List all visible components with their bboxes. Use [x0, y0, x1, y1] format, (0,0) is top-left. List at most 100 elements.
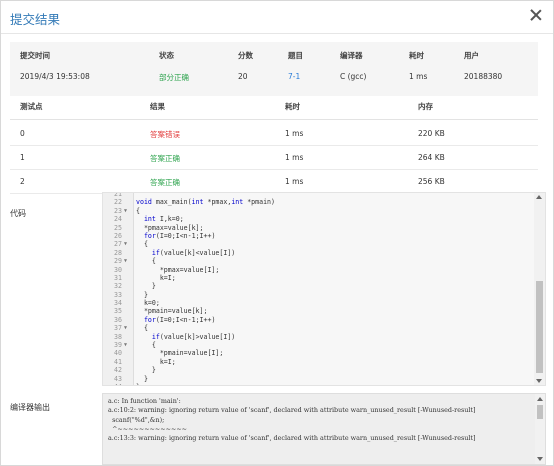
header-case-time: 耗时	[285, 102, 300, 111]
scroll-down-icon[interactable]	[536, 379, 542, 383]
code-line: 22 void max_main(int *pmax,int *pmain)	[103, 198, 531, 206]
dialog-header: 提交结果	[1, 1, 553, 34]
code-text: *pmax=value[k];	[136, 223, 204, 232]
fold-arrow-icon[interactable]: ▼	[124, 257, 132, 265]
code-line: 37 ▼ {	[103, 324, 531, 332]
line-number: 28	[114, 248, 122, 257]
code-line: 30 *pmax=value[I];	[103, 266, 531, 274]
code-text: }	[136, 282, 156, 291]
header-result: 结果	[150, 102, 165, 111]
code-text: }	[136, 374, 148, 383]
fold-arrow-icon[interactable]: ▼	[124, 324, 132, 332]
code-label: 代码	[10, 209, 26, 218]
code-lines: 21 22 void max_main(int *pmax,int *pmain) 2…	[103, 193, 531, 385]
line-number: 44	[103, 383, 122, 385]
line-number: 35	[114, 307, 122, 316]
table-row: 2 答案正确 1 ms 256 KB	[10, 167, 538, 194]
code-text: }	[136, 366, 156, 375]
line-number: 38	[114, 332, 122, 341]
line-number: 27	[114, 240, 122, 249]
line-number: 42	[114, 366, 122, 375]
code-text: k=I;	[136, 273, 176, 282]
compiler-output-box[interactable]: a.c: In function 'main': a.c:10:2: warni…	[102, 393, 546, 465]
case-memory: 264 KB	[418, 153, 445, 162]
close-icon[interactable]	[529, 8, 543, 22]
compiler-value: C (gcc)	[340, 72, 367, 81]
user-value: 20188380	[464, 72, 503, 81]
code-line: 36 for(I=0;I<n-1;I++)	[103, 316, 531, 324]
output-scrollbar[interactable]	[535, 394, 545, 464]
code-line: 27 ▼ {	[103, 240, 531, 248]
code-text: k=I;	[136, 357, 176, 366]
line-number: 43	[114, 374, 122, 383]
code-line: 28 if(value[k]<value[I])	[103, 249, 531, 257]
code-text: {	[136, 341, 156, 350]
line-number: 41	[114, 357, 122, 366]
line-number: 23	[114, 206, 122, 215]
header-status: 状态	[159, 51, 174, 60]
header-compiler: 编译器	[340, 51, 363, 60]
problem-link[interactable]: 7-1	[288, 72, 300, 81]
case-result: 答案正确	[150, 154, 180, 163]
compiler-output-text: a.c: In function 'main': a.c:10:2: warni…	[108, 397, 476, 443]
line-number: 22	[114, 198, 122, 207]
code-text: k=0;	[136, 299, 160, 308]
code-text: *pmain=value[I];	[136, 349, 224, 358]
code-line: 26 for(I=0;I<n-1;I++)	[103, 232, 531, 240]
header-test-case: 测试点	[20, 102, 43, 111]
code-line: 34 k=0;	[103, 299, 531, 307]
code-text: *pmax=value[I];	[136, 265, 220, 274]
code-line: 41 k=I;	[103, 358, 531, 366]
scroll-up-icon[interactable]	[537, 397, 543, 401]
line-number: 40	[114, 349, 122, 358]
case-time: 1 ms	[285, 153, 304, 162]
code-scrollbar[interactable]	[534, 193, 545, 385]
code-text: }	[136, 290, 148, 299]
code-text: }	[136, 383, 140, 385]
case-id: 2	[20, 177, 25, 186]
line-number: 34	[114, 299, 122, 308]
case-result: 答案正确	[150, 178, 180, 187]
case-id: 0	[20, 129, 25, 138]
code-text: {	[136, 240, 148, 249]
header-submit-time: 提交时间	[20, 51, 50, 60]
fold-arrow-icon[interactable]: ▼	[124, 240, 132, 248]
fold-arrow-icon[interactable]: ▼	[124, 207, 132, 215]
scroll-down-icon[interactable]	[537, 457, 543, 461]
line-number: 29	[114, 257, 122, 266]
header-user: 用户	[464, 51, 479, 60]
code-line: 31 k=I;	[103, 274, 531, 282]
submission-summary-table: 提交时间 状态 分数 题目 编译器 耗时 用户 2019/4/3 19:53:0…	[10, 42, 538, 96]
line-number: 33	[114, 290, 122, 299]
test-cases-header: 测试点 结果 耗时 内存	[10, 97, 538, 120]
code-text: for(I=0;I<n-1;I++)	[143, 315, 216, 324]
case-memory: 220 KB	[418, 129, 445, 138]
case-result: 答案错误	[150, 130, 180, 139]
code-line: 44}	[103, 383, 531, 385]
fold-arrow-icon[interactable]: ▼	[124, 341, 132, 349]
line-number: 26	[114, 231, 122, 240]
case-time: 1 ms	[285, 177, 304, 186]
code-line: 23 ▼ {	[103, 207, 531, 215]
code-text: *pmain=value[k];	[136, 307, 208, 316]
compiler-output-label: 编译器输出	[10, 403, 50, 412]
header-memory: 内存	[418, 102, 433, 111]
code-viewer[interactable]: 21 22 void max_main(int *pmax,int *pmain) 2…	[102, 192, 546, 386]
table-row: 1 答案正确 1 ms 264 KB	[10, 143, 538, 170]
line-number: 37	[114, 324, 122, 333]
submit-time: 2019/4/3 19:53:08	[20, 72, 90, 81]
table-row: 0 答案错误 1 ms 220 KB	[10, 119, 538, 146]
line-number: 39	[114, 341, 122, 350]
header-problem: 题目	[288, 51, 303, 60]
scroll-up-icon[interactable]	[536, 195, 542, 199]
code-line: 40 *pmain=value[I];	[103, 349, 531, 357]
code-line: 42 }	[103, 366, 531, 374]
status-badge: 部分正确	[159, 73, 189, 82]
scroll-thumb[interactable]	[536, 281, 543, 373]
scroll-thumb[interactable]	[537, 405, 543, 419]
line-number: 36	[114, 315, 122, 324]
case-memory: 256 KB	[418, 177, 445, 186]
code-text: {	[136, 324, 148, 333]
code-text: for(I=0;I<n-1;I++)	[143, 231, 216, 240]
line-number: 32	[114, 282, 122, 291]
